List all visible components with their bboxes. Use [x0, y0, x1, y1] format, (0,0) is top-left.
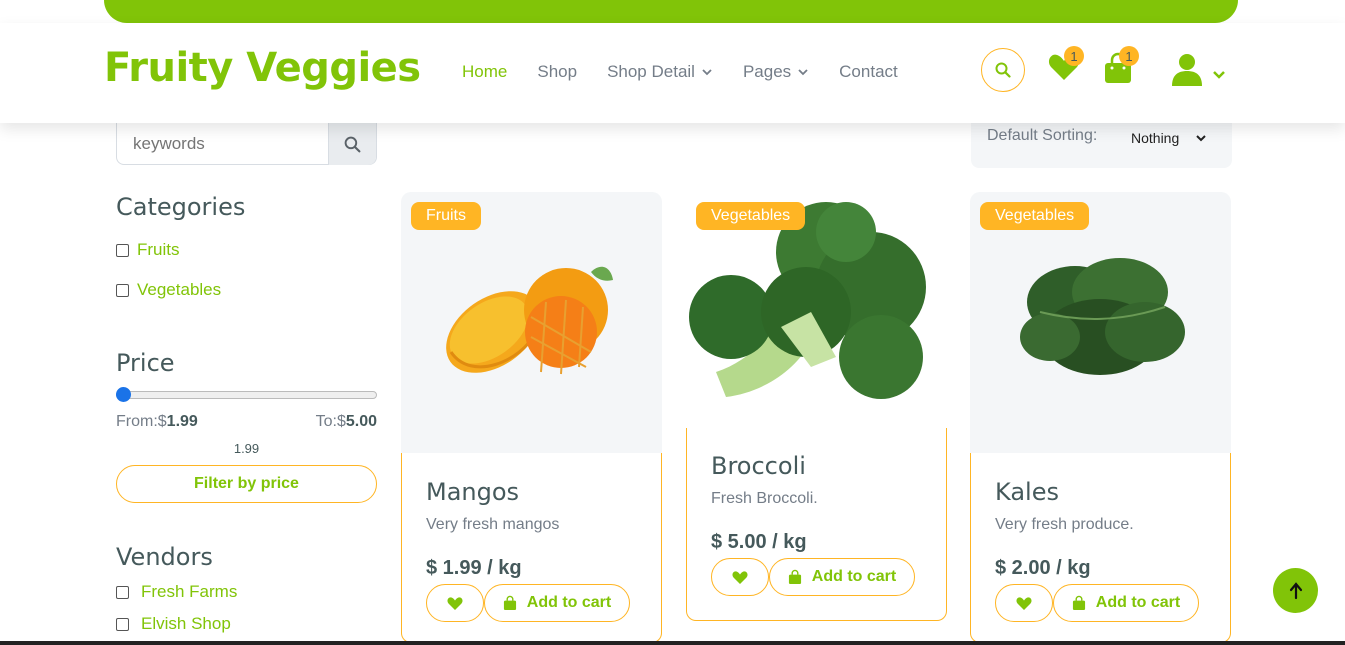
shopping-bag-icon [1072, 595, 1085, 610]
nav-shop[interactable]: Shop [537, 62, 577, 82]
product-price: $ 2.00 / kg [995, 557, 1091, 579]
price-title: Price [116, 349, 175, 377]
add-to-wishlist-button[interactable] [711, 558, 769, 596]
vendor-checkbox[interactable] [116, 617, 129, 631]
product-price: $ 1.99 / kg [426, 557, 522, 579]
shopping-bag-icon [503, 595, 516, 610]
filter-by-price-button[interactable]: Filter by price [116, 465, 377, 503]
product-info: Mangos Very fresh mangos $ 1.99 / kg Add… [401, 453, 662, 643]
price-to-value: 5.00 [345, 413, 377, 430]
sorting-label: Default Sorting: [987, 127, 1098, 144]
price-slider-thumb[interactable] [116, 387, 131, 402]
vendor-item-elvish-shop[interactable]: Elvish Shop [116, 614, 231, 634]
add-to-cart-button[interactable]: Add to cart [1053, 584, 1199, 622]
kale-image [1020, 258, 1185, 375]
shopping-bag-icon [788, 569, 801, 584]
product-description: Very fresh produce. [995, 516, 1134, 533]
price-to: To:$5.00 [316, 413, 377, 431]
product-image[interactable] [401, 192, 662, 453]
category-badge: Vegetables [696, 202, 806, 230]
add-to-cart-label: Add to cart [526, 594, 612, 611]
nav-contact[interactable]: Contact [839, 62, 898, 82]
add-to-cart-label: Add to cart [811, 568, 897, 585]
vendor-label: Elvish Shop [141, 614, 231, 633]
back-to-top-button[interactable] [1273, 568, 1318, 613]
price-to-label: To:$ [315, 413, 346, 430]
category-badge: Vegetables [980, 202, 1090, 230]
product-name[interactable]: Mangos [426, 478, 519, 506]
category-item-vegetables[interactable]: Vegetables [116, 280, 221, 300]
product-info: Kales Very fresh produce. $ 2.00 / kg Ad… [970, 453, 1231, 643]
top-banner-strip [104, 0, 1238, 23]
add-to-cart-button[interactable]: Add to cart [769, 558, 915, 596]
price-from: From:$1.99 [116, 413, 198, 431]
category-label: Fruits [137, 240, 180, 259]
price-range-value: 1.99 [233, 441, 260, 456]
vendor-label: Fresh Farms [141, 582, 238, 601]
categories-title: Categories [116, 193, 246, 221]
brand-logo[interactable]: Fruity Veggies [104, 45, 421, 91]
chevron-down-icon [702, 69, 712, 76]
product-card-broccoli[interactable]: Vegetables Broccoli Fresh Broccoli. $ 5.… [686, 192, 947, 621]
search-button[interactable] [981, 48, 1025, 92]
add-to-cart-label: Add to cart [1095, 594, 1181, 611]
account-menu[interactable] [1171, 53, 1231, 92]
nav-shop-detail[interactable]: Shop Detail [607, 62, 713, 82]
cart-button[interactable]: 1 [1103, 46, 1139, 89]
wishlist-count-badge: 1 [1064, 46, 1084, 66]
sorting-select[interactable]: Nothing [1131, 130, 1207, 146]
vendor-checkbox[interactable] [116, 585, 129, 599]
heart-icon [732, 570, 748, 584]
heart-icon [447, 596, 463, 610]
category-item-fruits[interactable]: Fruits [116, 240, 180, 260]
category-checkbox[interactable] [116, 243, 129, 257]
chevron-down-icon [798, 69, 808, 76]
price-range-slider[interactable] [116, 387, 377, 402]
vendors-title: Vendors [116, 543, 213, 571]
vendor-item-fresh-farms[interactable]: Fresh Farms [116, 582, 237, 602]
nav-pages[interactable]: Pages [743, 62, 809, 82]
nav-pages-label: Pages [742, 62, 792, 81]
search-icon [995, 62, 1011, 78]
add-to-cart-button[interactable]: Add to cart [484, 584, 630, 622]
price-from-value: 1.99 [166, 413, 198, 430]
wishlist-button[interactable]: 1 [1048, 46, 1084, 87]
product-info: Broccoli Fresh Broccoli. $ 5.00 / kg Add… [686, 428, 947, 621]
heart-icon [1016, 596, 1032, 610]
category-label: Vegetables [137, 280, 222, 299]
user-icon [1172, 54, 1225, 86]
navbar: Fruity Veggies Home Shop Shop Detail Pag… [0, 23, 1345, 123]
main-nav: Home Shop Shop Detail Pages Contact [462, 62, 928, 82]
product-name[interactable]: Kales [995, 478, 1059, 506]
keyword-search-button[interactable] [328, 123, 376, 165]
bottom-edge [0, 641, 1345, 645]
product-description: Fresh Broccoli. [711, 490, 818, 507]
product-description: Very fresh mangos [426, 516, 560, 533]
nav-shop-detail-label: Shop Detail [607, 62, 695, 81]
cart-count-badge: 1 [1119, 46, 1139, 66]
product-price: $ 5.00 / kg [711, 531, 807, 553]
sorting-control: Default Sorting: Nothing [971, 123, 1232, 168]
product-card-kales[interactable]: Vegetables Kales Very fresh produce. $ 2… [970, 192, 1231, 643]
price-from-label: From:$ [116, 413, 167, 430]
nav-home[interactable]: Home [462, 62, 507, 82]
category-checkbox[interactable] [116, 283, 129, 297]
chevron-down-icon [1196, 135, 1206, 142]
mango-image [446, 266, 613, 375]
keyword-search [116, 123, 377, 165]
keyword-search-input[interactable] [117, 123, 328, 164]
product-card-mangos[interactable]: Fruits Mangos Very fresh mangos $ 1.99 /… [401, 192, 662, 643]
sorting-selected: Nothing [1131, 130, 1180, 146]
arrow-up-icon [1289, 581, 1302, 599]
search-icon [344, 136, 361, 152]
add-to-wishlist-button[interactable] [995, 584, 1053, 622]
add-to-wishlist-button[interactable] [426, 584, 484, 622]
product-image[interactable] [970, 192, 1231, 453]
product-name[interactable]: Broccoli [711, 452, 806, 480]
category-badge: Fruits [411, 202, 481, 230]
